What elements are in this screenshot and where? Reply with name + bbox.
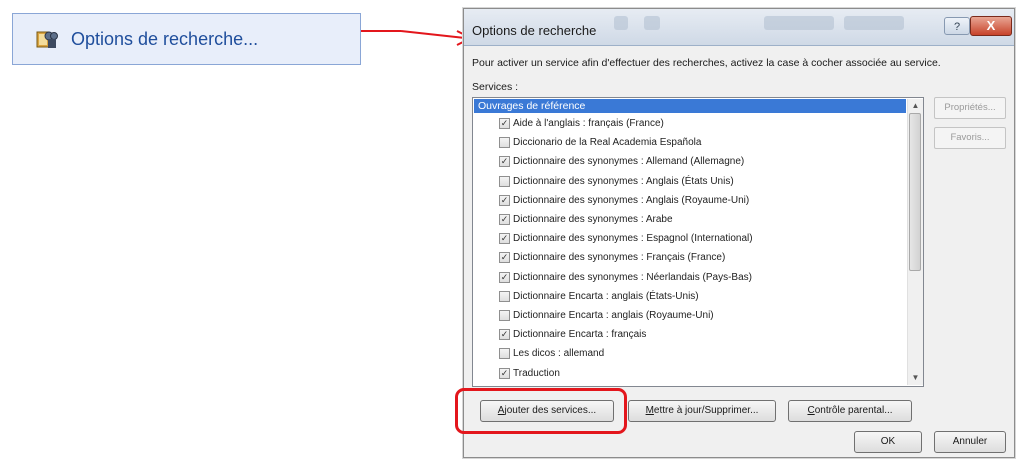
dialog-titlebar[interactable]: Options de recherche ? X	[464, 9, 1014, 46]
background-blur	[764, 16, 834, 30]
list-group-header[interactable]: Ouvrages de référence	[474, 99, 906, 113]
service-list-item[interactable]: ✓ Dictionnaire des synonymes : Néerlandai…	[499, 269, 899, 287]
service-list-item[interactable]: ✓ Dictionnaire des synonymes : Français (…	[499, 249, 899, 267]
service-label: Dictionnaire Encarta : français	[513, 329, 647, 341]
cancel-button[interactable]: Annuler	[934, 431, 1006, 453]
binoculars-book-icon	[36, 31, 58, 48]
vertical-scrollbar[interactable]: ▲ ▼	[907, 99, 923, 385]
service-label: Diccionario de la Real Academia Española	[513, 137, 702, 149]
unchecked-checkbox[interactable]	[499, 310, 510, 321]
service-list-item[interactable]: Dictionnaire Encarta : anglais (Royaume-…	[499, 307, 899, 325]
checked-checkbox[interactable]: ✓	[499, 118, 510, 129]
pointer-arrow	[361, 30, 473, 46]
checked-checkbox[interactable]: ✓	[499, 214, 510, 225]
checked-checkbox[interactable]: ✓	[499, 329, 510, 341]
favorites-button[interactable]: Favoris...	[934, 127, 1006, 149]
search-options-link[interactable]: Options de recherche...	[71, 29, 258, 50]
help-button[interactable]: ?	[944, 17, 970, 35]
background-blur	[614, 16, 628, 30]
ok-button[interactable]: OK	[854, 431, 922, 453]
background-blur	[844, 16, 904, 30]
parental-control-button[interactable]: Contrôle parental...	[788, 400, 912, 422]
service-list-item[interactable]: ✓ Dictionnaire des synonymes : Espagnol (…	[499, 230, 899, 248]
service-label: Aide à l'anglais : français (France)	[513, 118, 664, 129]
dialog-description: Pour activer un service afin d'effectuer…	[472, 57, 941, 69]
service-list-item[interactable]: Dictionnaire Encarta : anglais (États-Un…	[499, 288, 899, 306]
service-label: Dictionnaire des synonymes : Anglais (Ét…	[513, 175, 734, 187]
unchecked-checkbox[interactable]	[499, 137, 510, 149]
service-list-item[interactable]: ✓ Dictionnaire des synonymes : Arabe	[499, 211, 899, 229]
properties-button[interactable]: Propriétés...	[934, 97, 1006, 119]
service-label: Dictionnaire Encarta : anglais (États-Un…	[513, 290, 699, 302]
service-list-item[interactable]: ✓ Dictionnaire des synonymes : Anglais (R…	[499, 192, 899, 210]
checked-checkbox[interactable]: ✓	[499, 156, 510, 168]
unchecked-checkbox[interactable]	[499, 175, 510, 187]
checked-checkbox[interactable]: ✓	[499, 252, 510, 264]
dialog-title: Options de recherche	[472, 23, 597, 38]
service-label: Dictionnaire des synonymes : Néerlandais…	[513, 271, 752, 283]
service-label: Dictionnaire Encarta : anglais (Royaume-…	[513, 310, 714, 321]
service-list-item[interactable]: ✓ Traduction	[499, 365, 899, 383]
background-blur	[644, 16, 660, 30]
parental-control-accelerator: C	[807, 405, 815, 416]
service-label: Dictionnaire des synonymes : Allemand (A…	[513, 156, 745, 168]
service-list-item[interactable]: Diccionario de la Real Academia Española	[499, 134, 899, 152]
service-label: Dictionnaire des synonymes : Arabe	[513, 214, 673, 225]
scrollbar-thumb[interactable]	[909, 113, 921, 271]
service-list-item[interactable]: ✓ Aide à l'anglais : français (France)	[499, 115, 899, 133]
service-label: Traduction	[513, 367, 560, 379]
service-label: Les dicos : allemand	[513, 348, 605, 360]
checked-checkbox[interactable]: ✓	[499, 367, 510, 379]
update-remove-label: ettre à jour/Supprimer...	[653, 405, 759, 416]
services-label: Services :	[472, 81, 519, 93]
parental-control-label: ontrôle parental...	[814, 405, 893, 416]
highlight-frame	[455, 388, 627, 434]
unchecked-checkbox[interactable]	[499, 348, 510, 360]
checked-checkbox[interactable]: ✓	[499, 271, 510, 283]
service-list-item[interactable]: ✓ Dictionnaire des synonymes : Allemand (…	[499, 153, 899, 171]
unchecked-checkbox[interactable]	[499, 290, 510, 302]
checked-checkbox[interactable]: ✓	[499, 194, 510, 206]
update-remove-accelerator: M	[645, 405, 654, 416]
services-listbox[interactable]: Ouvrages de référence ✓ Aide à l'anglais …	[472, 97, 924, 387]
scroll-up-icon[interactable]: ▲	[911, 101, 920, 111]
service-list-item[interactable]: ✓ Dictionnaire Encarta : français	[499, 326, 899, 344]
service-label: Dictionnaire des synonymes : Anglais (Ro…	[513, 194, 750, 206]
checked-checkbox[interactable]: ✓	[499, 233, 510, 245]
scroll-down-icon[interactable]: ▼	[911, 373, 920, 383]
update-remove-button[interactable]: Mettre à jour/Supprimer...	[628, 400, 776, 422]
service-list-item[interactable]: Dictionnaire des synonymes : Anglais (Ét…	[499, 173, 899, 191]
search-options-link-box[interactable]: Options de recherche...	[12, 13, 361, 65]
service-list-item[interactable]: Les dicos : allemand	[499, 345, 899, 363]
close-button[interactable]: X	[970, 16, 1012, 36]
service-label: Dictionnaire des synonymes : Français (F…	[513, 252, 726, 264]
service-label: Dictionnaire des synonymes : Espagnol (I…	[513, 233, 753, 245]
